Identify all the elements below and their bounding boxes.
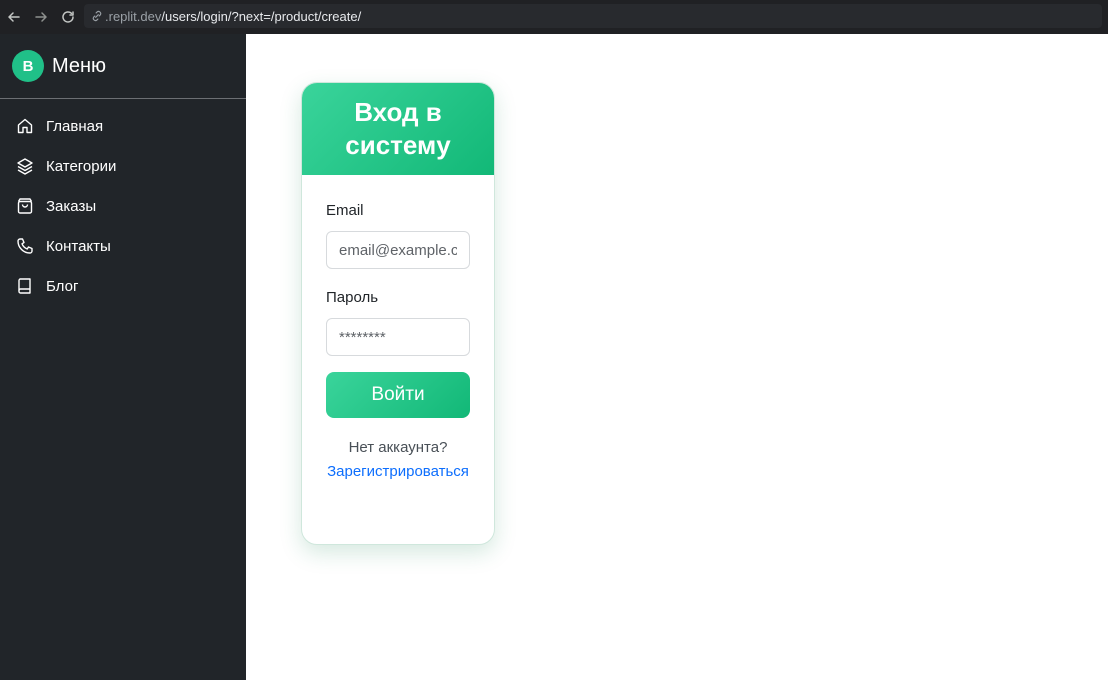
url-path: /users/login/?next=/product/create/: [161, 8, 362, 24]
book-icon: [18, 278, 31, 294]
reload-button[interactable]: [54, 3, 82, 31]
link-icon: [92, 10, 102, 22]
sidebar-item-label: Главная: [46, 117, 104, 135]
sidebar-item-blog[interactable]: Блог: [0, 266, 246, 306]
login-form: Email Пароль Войти Нет аккаунта? Зарегис…: [302, 175, 494, 484]
login-card: Вход в системy Email Пароль Войти Нет ак…: [301, 82, 495, 545]
sidebar-item-contacts[interactable]: Контакты: [0, 226, 246, 266]
layers-icon: [17, 158, 33, 175]
phone-icon: [17, 238, 33, 254]
reload-icon: [62, 11, 74, 23]
register-link[interactable]: Зарегистрироваться: [326, 460, 470, 484]
email-label: Email: [326, 202, 364, 219]
register-prompt: Нет аккаунта? Зарегистрироваться: [326, 436, 470, 484]
email-field[interactable]: [326, 231, 470, 269]
sidebar-menu: Главная Категории Заказы Контакты Блог: [0, 99, 246, 306]
sidebar-item-label: Заказы: [46, 197, 97, 215]
no-account-text: Нет аккаунта?: [348, 439, 448, 456]
sidebar-item-label: Контакты: [46, 237, 111, 255]
login-card-header: Вход в системy: [302, 83, 494, 175]
sidebar: B Меню Главная Категории Заказы Контакты…: [0, 34, 246, 680]
password-label: Пароль: [326, 289, 379, 306]
sidebar-item-home[interactable]: Главная: [0, 106, 246, 146]
brand-logo[interactable]: B: [12, 50, 44, 82]
sidebar-header: B Меню: [0, 34, 246, 99]
browser-toolbar: .replit.dev/users/login/?next=/product/c…: [0, 0, 1108, 34]
login-title: Вход в системy: [345, 97, 451, 160]
arrow-right-icon: [35, 12, 47, 22]
login-button[interactable]: Войти: [326, 372, 470, 418]
arrow-left-icon: [8, 12, 20, 22]
sidebar-item-label: Блог: [46, 277, 79, 295]
sidebar-title: Меню: [52, 54, 107, 77]
main-content: Вход в системy Email Пароль Войти Нет ак…: [246, 34, 1108, 680]
sidebar-item-categories[interactable]: Категории: [0, 146, 246, 186]
shopping-bag-icon: [17, 198, 33, 214]
home-icon: [17, 118, 33, 134]
password-field[interactable]: [326, 318, 470, 356]
sidebar-item-orders[interactable]: Заказы: [0, 186, 246, 226]
forward-button[interactable]: [27, 3, 55, 31]
address-bar[interactable]: .replit.dev/users/login/?next=/product/c…: [84, 4, 1102, 28]
url-host: .replit.dev: [105, 8, 162, 24]
sidebar-item-label: Категории: [46, 157, 117, 175]
back-button[interactable]: [0, 3, 28, 31]
